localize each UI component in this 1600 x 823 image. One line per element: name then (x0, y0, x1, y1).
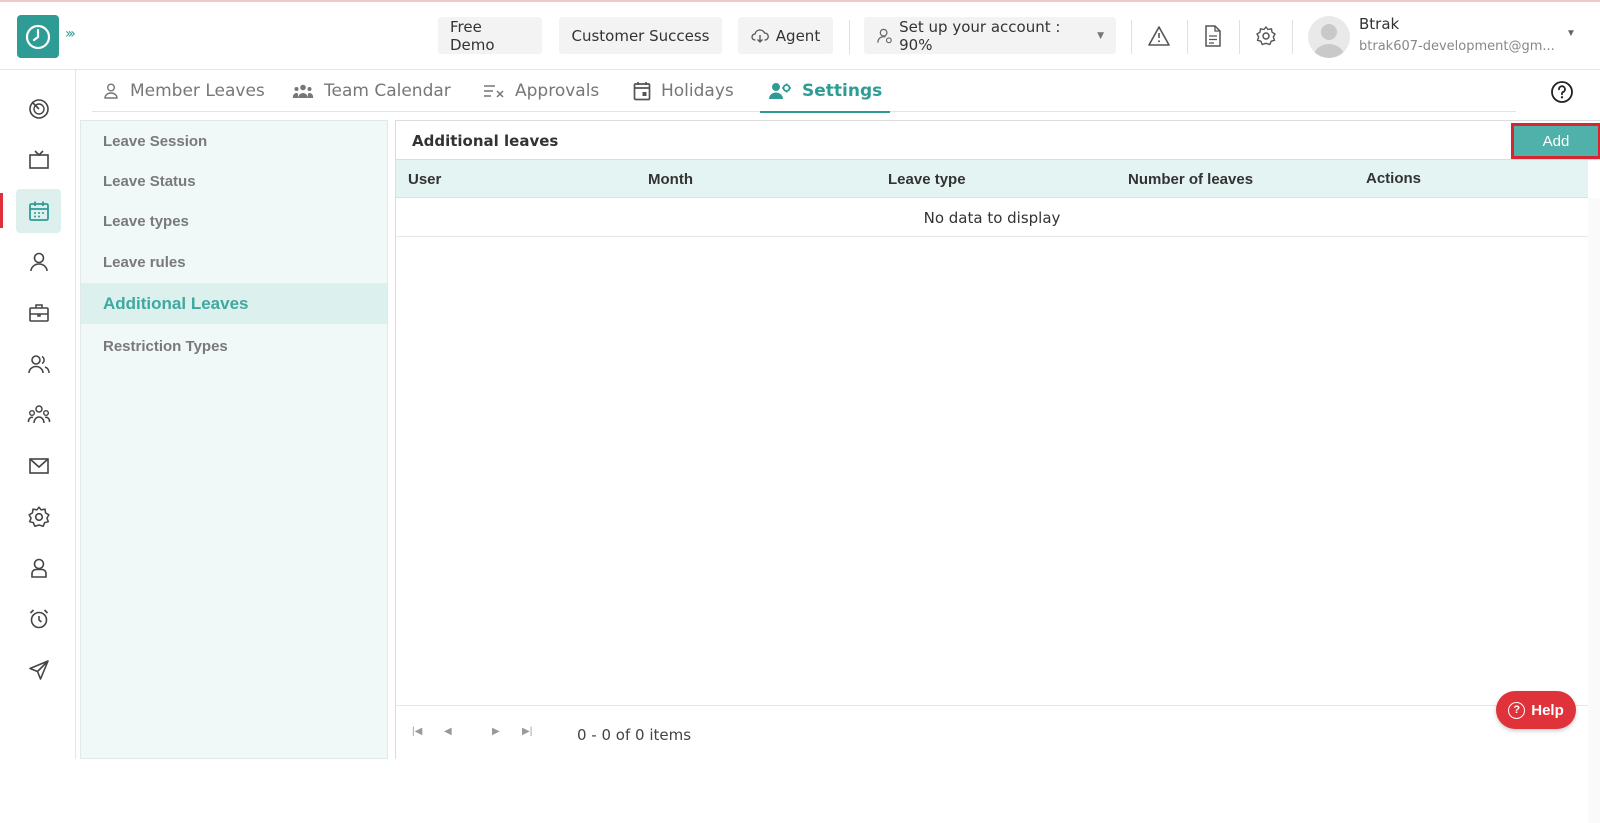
next-page-icon[interactable]: ▶ (492, 726, 500, 737)
clock-logo-icon (25, 24, 51, 49)
panel-header: Additional leaves Add (396, 120, 1600, 160)
pager: |◀ ◀ ▶ ▶| 0 - 0 of 0 items (396, 705, 1588, 759)
agent-label: Agent (775, 26, 821, 45)
prev-page-icon[interactable]: ◀ (444, 726, 452, 737)
customer-success-button[interactable]: Customer Success (559, 17, 722, 54)
sidebar-item-additional-leaves[interactable]: Additional Leaves (81, 283, 387, 324)
empty-table-message: No data to display (396, 199, 1588, 237)
tv-icon[interactable] (16, 138, 61, 182)
last-page-icon[interactable]: ▶| (522, 726, 532, 737)
tab-holidays[interactable]: Holidays (633, 70, 734, 112)
help-circle-icon: ? (1508, 701, 1526, 719)
column-header-actions: Actions (1366, 170, 1422, 187)
chevron-down-icon: ▼ (1097, 30, 1104, 41)
document-icon[interactable] (1201, 24, 1225, 48)
divider (1239, 20, 1240, 54)
user-email: btrak607-development@gm... (1359, 39, 1555, 54)
warning-icon[interactable] (1147, 24, 1171, 48)
sidebar-item-leave-rules[interactable]: Leave rules (81, 242, 387, 283)
mail-icon[interactable] (16, 444, 61, 488)
user-setup-icon (877, 28, 892, 43)
rail-active-marker (0, 193, 3, 228)
sidebar-item-leave-status[interactable]: Leave Status (81, 161, 387, 202)
tab-label: Approvals (515, 81, 600, 101)
approvals-icon (483, 83, 505, 99)
vertical-scrollbar[interactable] (1588, 198, 1600, 823)
left-nav-rail (0, 70, 76, 759)
column-header-month[interactable]: Month (648, 171, 693, 188)
send-icon[interactable] (16, 648, 61, 692)
free-demo-button[interactable]: Free Demo (438, 17, 542, 54)
setup-label: Set up your account : 90% (899, 17, 1061, 54)
setup-account-dropdown[interactable]: Set up your account : 90% ▼ (864, 17, 1116, 54)
tab-team-calendar[interactable]: Team Calendar (292, 70, 451, 112)
tab-approvals[interactable]: Approvals (483, 70, 599, 112)
column-header-leave-type[interactable]: Leave type (888, 171, 966, 188)
column-header-number-of-leaves[interactable]: Number of leaves (1128, 171, 1253, 188)
tab-settings[interactable]: Settings (759, 70, 891, 113)
dashboard-icon[interactable] (16, 87, 61, 131)
table-header: User Month Leave type Number of leaves A… (396, 160, 1588, 198)
tab-label: Member Leaves (130, 81, 265, 101)
sidebar-item-leave-types[interactable]: Leave types (81, 201, 387, 242)
calendar-icon (633, 81, 651, 101)
add-button[interactable]: Add (1511, 123, 1600, 159)
users-icon[interactable] (16, 342, 61, 386)
cloud-download-icon (751, 28, 769, 43)
divider (1187, 20, 1188, 54)
team-icon (292, 83, 314, 99)
settings-gear-icon[interactable] (16, 495, 61, 539)
person-icon (102, 82, 120, 100)
team-icon[interactable] (16, 393, 61, 437)
tab-label: Holidays (661, 81, 734, 101)
divider (1292, 20, 1293, 54)
pager-info: 0 - 0 of 0 items (577, 726, 692, 744)
app-logo[interactable] (17, 15, 59, 58)
column-header-user[interactable]: User (408, 171, 441, 188)
user-settings-icon (768, 82, 792, 100)
help-question-icon[interactable] (1550, 80, 1574, 104)
help-label: Help (1531, 701, 1564, 719)
tab-label: Settings (802, 81, 883, 101)
divider (1131, 20, 1132, 54)
avatar[interactable] (1308, 16, 1350, 58)
user-badge-icon[interactable] (16, 546, 61, 590)
divider (849, 20, 850, 54)
help-button[interactable]: ? Help (1496, 691, 1576, 729)
leave-tabs: Member Leaves Team Calendar Approvals Ho… (92, 70, 1516, 113)
panel-title: Additional leaves (412, 132, 559, 150)
first-page-icon[interactable]: |◀ (412, 726, 422, 737)
user-icon[interactable] (16, 240, 61, 284)
tab-label: Team Calendar (324, 81, 451, 101)
user-name: Btrak (1359, 15, 1400, 33)
additional-leaves-panel: Additional leaves Add User Month Leave t… (395, 120, 1600, 823)
user-menu-chevron-icon[interactable]: ▼ (1566, 28, 1576, 39)
top-header: ››› Free Demo Customer Success Agent Set… (0, 2, 1600, 70)
sidebar-item-restriction-types[interactable]: Restriction Types (81, 326, 387, 367)
sidebar-item-leave-session[interactable]: Leave Session (81, 121, 387, 162)
gear-icon[interactable] (1254, 24, 1278, 48)
briefcase-icon[interactable] (16, 291, 61, 335)
alarm-clock-icon[interactable] (16, 597, 61, 641)
expand-menu-icon[interactable]: ››› (65, 26, 76, 42)
settings-sidebar: Leave Session Leave Status Leave types L… (80, 120, 388, 759)
agent-button[interactable]: Agent (738, 17, 833, 54)
leave-calendar-icon[interactable] (16, 189, 61, 233)
tab-member-leaves[interactable]: Member Leaves (102, 70, 265, 112)
